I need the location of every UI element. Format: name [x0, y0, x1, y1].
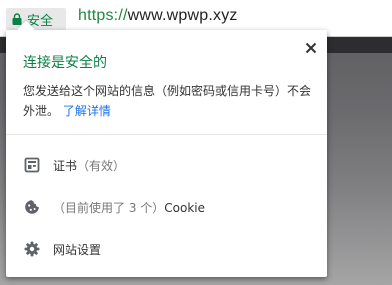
url-host: www.wpwp.xyz: [127, 7, 238, 24]
url-text[interactable]: https://www.wpwp.xyz: [78, 7, 238, 25]
security-chip[interactable]: 安全: [6, 8, 66, 30]
site-settings-label: 网站设置: [53, 242, 102, 257]
cookie-label: Cookie: [164, 200, 205, 215]
certificate-icon: [24, 157, 40, 173]
gear-icon: [24, 241, 40, 257]
lock-icon: [12, 13, 22, 25]
certificate-text: 证书（有效）: [53, 157, 125, 174]
cookie-count: （目前使用了 3 个）: [53, 200, 165, 215]
popup-title: 连接是安全的: [23, 55, 107, 71]
certificate-status: （有效）: [77, 158, 126, 173]
certificate-row[interactable]: 证书（有效）: [6, 150, 327, 180]
site-info-popup: 连接是安全的 您发送给这个网站的信息（例如密码或信用卡号）不会外泄。 了解详情 …: [6, 20, 327, 277]
site-settings-row[interactable]: 网站设置: [6, 234, 327, 264]
cookie-text: （目前使用了 3 个）Cookie: [53, 199, 205, 216]
close-icon: [305, 42, 317, 54]
url-scheme: https://: [78, 7, 128, 24]
popup-description: 您发送给这个网站的信息（例如密码或信用卡号）不会外泄。 了解详情: [23, 81, 319, 121]
learn-more-link[interactable]: 了解详情: [63, 104, 111, 118]
close-button[interactable]: [303, 40, 319, 56]
divider: [6, 134, 327, 135]
cookie-icon: [25, 200, 39, 214]
cookie-row[interactable]: （目前使用了 3 个）Cookie: [6, 192, 327, 222]
certificate-label: 证书: [53, 158, 78, 173]
